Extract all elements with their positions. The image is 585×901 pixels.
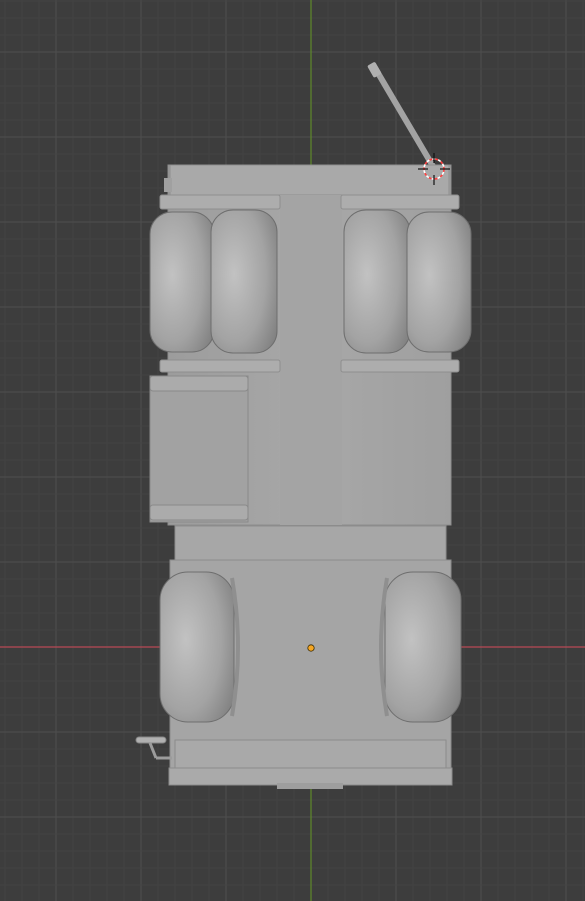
3d-viewport[interactable] [0,0,585,901]
front-wheel-left[interactable] [159,571,240,723]
rear-dual-wheels-left[interactable] [149,209,278,354]
front-wheel-right[interactable] [379,571,462,723]
fuel-tank[interactable] [149,375,249,523]
viewport-canvas[interactable] [0,0,585,901]
truck-model[interactable] [135,61,472,789]
rear-dual-wheels-right[interactable] [343,209,472,354]
front-bumper[interactable] [168,767,453,786]
object-origin-icon[interactable] [307,644,315,652]
